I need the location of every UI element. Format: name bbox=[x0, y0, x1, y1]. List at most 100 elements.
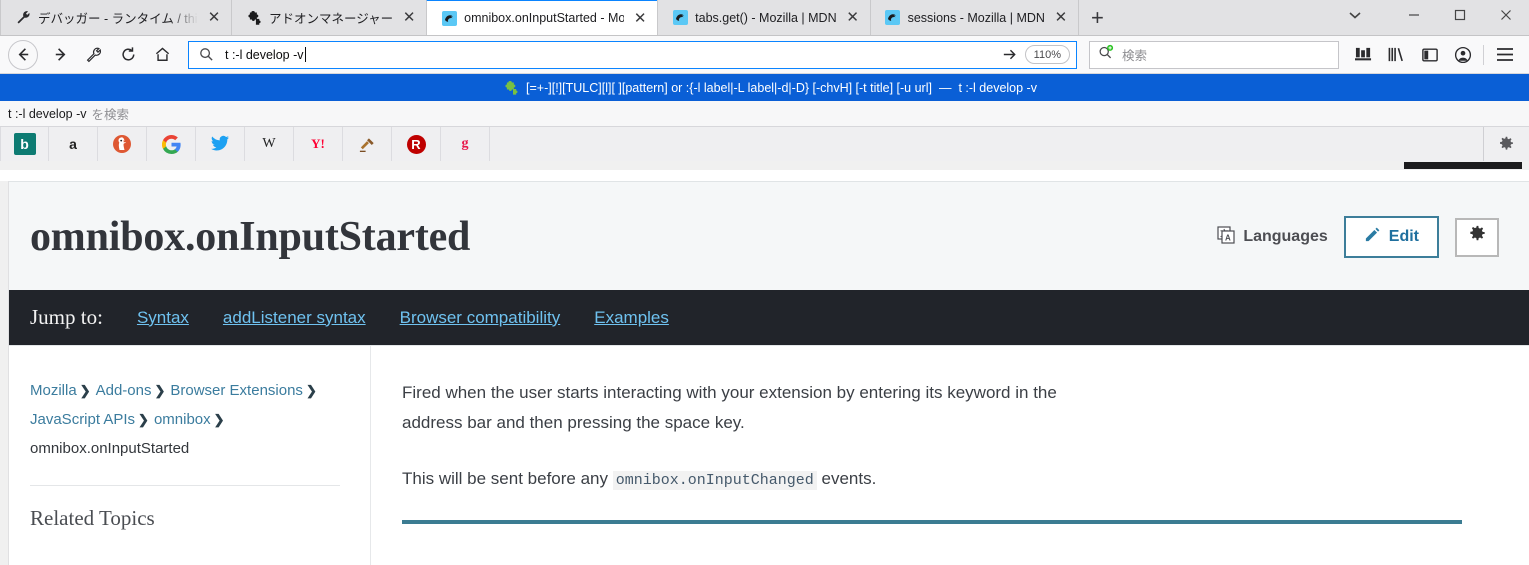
article-content: Fired when the user starts interacting w… bbox=[371, 346, 1529, 565]
search-input-placeholder[interactable]: 検索 bbox=[1114, 45, 1147, 64]
chevron-right-icon: ❯ bbox=[213, 412, 225, 427]
browser-tab-0[interactable]: デバッガー - ランタイム / this-firefox ✕ bbox=[0, 0, 232, 35]
bookmark-item-wikipedia[interactable]: W bbox=[245, 127, 294, 161]
tab-title: デバッガー - ランタイム / this-firefox bbox=[38, 12, 198, 26]
breadcrumb-link-add-ons[interactable]: Add-ons bbox=[96, 382, 152, 399]
close-icon[interactable] bbox=[1483, 0, 1529, 31]
page-viewport: omnibox.onInputStarted 文A Languages Edit bbox=[0, 181, 1529, 565]
address-bar[interactable]: t :-l develop -v 110% bbox=[188, 40, 1077, 69]
bookmark-item-duckduckgo[interactable] bbox=[98, 127, 147, 161]
text-caret bbox=[304, 47, 306, 62]
new-tab-button[interactable]: + bbox=[1077, 0, 1116, 35]
page-header-actions: 文A Languages Edit bbox=[1217, 216, 1499, 258]
amazon-icon: a bbox=[69, 136, 77, 152]
home-icon[interactable] bbox=[146, 40, 178, 70]
omnibox-suggestion-typed-text: t :-l develop -v bbox=[958, 80, 1037, 95]
breadcrumb-link-javascript-apis[interactable]: JavaScript APIs bbox=[30, 411, 135, 428]
google-icon bbox=[160, 133, 182, 155]
browser-tab-bar: デバッガー - ランタイム / this-firefox ✕ アドオンマネージャ… bbox=[0, 0, 1529, 36]
puzzle-icon bbox=[246, 10, 262, 26]
jump-link-examples[interactable]: Examples bbox=[594, 308, 669, 328]
tab-close-icon[interactable]: ✕ bbox=[1052, 9, 1070, 27]
chevron-right-icon: ❯ bbox=[154, 383, 166, 398]
tab-close-icon[interactable]: ✕ bbox=[205, 9, 223, 27]
back-arrow-icon[interactable] bbox=[8, 39, 38, 70]
navigation-toolbar: t :-l develop -v 110% 検索 bbox=[0, 36, 1529, 74]
bookmark-item-bing[interactable]: b bbox=[0, 127, 49, 161]
page-body: Mozilla ❯ Add-ons ❯ Browser Extensions ❯ Java… bbox=[0, 345, 1529, 565]
clipped-table-row bbox=[402, 530, 1491, 538]
tab-title: アドオンマネージャー bbox=[269, 12, 394, 26]
search-bar[interactable]: 検索 bbox=[1089, 40, 1339, 69]
chevron-right-icon: ❯ bbox=[79, 383, 91, 398]
account-icon[interactable] bbox=[1446, 40, 1479, 70]
edit-button[interactable]: Edit bbox=[1343, 216, 1439, 258]
chevron-down-icon[interactable] bbox=[1319, 0, 1391, 31]
bookmark-item-twitter[interactable] bbox=[196, 127, 245, 161]
page-settings-button[interactable] bbox=[1455, 217, 1499, 257]
jump-link-browser-compatibility[interactable]: Browser compatibility bbox=[400, 308, 561, 328]
menu-icon[interactable] bbox=[1488, 40, 1521, 70]
tab-title: tabs.get() - Mozilla | MDN bbox=[695, 10, 837, 25]
browser-tab-2-active[interactable]: omnibox.onInputStarted - Moz ✕ bbox=[426, 0, 659, 35]
bookmarks-toolbar: b a W Y! R g bbox=[0, 127, 1529, 170]
omnibox-suggestion-description: [=+-][!][TULC][l][ ][pattern] or :{-l la… bbox=[526, 80, 932, 95]
paragraph-2-lead: This will be sent before any bbox=[402, 468, 613, 488]
jump-to-navigation: Jump to: Syntax addListener syntax Brows… bbox=[0, 290, 1529, 345]
gear-icon[interactable] bbox=[1483, 127, 1529, 161]
browser-tab-3[interactable]: tabs.get() - Mozilla | MDN ✕ bbox=[657, 0, 871, 35]
jump-link-syntax[interactable]: Syntax bbox=[137, 308, 189, 328]
omnibox-search-query: t :-l develop -v bbox=[8, 106, 87, 121]
duckduckgo-icon bbox=[111, 133, 133, 155]
bookmark-item-goo[interactable]: g bbox=[441, 127, 490, 161]
scrollbar-thumb[interactable] bbox=[1404, 162, 1522, 169]
omnibox-search-suggestion-row[interactable]: t :-l develop -v を検索 bbox=[0, 101, 1529, 127]
bookmark-item-rakuten[interactable]: R bbox=[392, 127, 441, 161]
breadcrumb-link-browser-extensions[interactable]: Browser Extensions bbox=[170, 382, 303, 399]
page-header: omnibox.onInputStarted 文A Languages Edit bbox=[0, 181, 1529, 290]
sidebar-icon[interactable] bbox=[1413, 40, 1446, 70]
inline-code-onInputChanged: omnibox.onInputChanged bbox=[612, 470, 817, 490]
gavel-icon bbox=[356, 133, 378, 155]
bookmark-item-google[interactable] bbox=[147, 127, 196, 161]
browser-tab-1[interactable]: アドオンマネージャー ✕ bbox=[231, 0, 428, 35]
firefox-icon bbox=[885, 10, 901, 26]
languages-label: Languages bbox=[1243, 228, 1328, 245]
reload-icon[interactable] bbox=[112, 40, 144, 70]
sidebar-divider bbox=[30, 485, 340, 486]
jump-link-addlistener-syntax[interactable]: addListener syntax bbox=[223, 308, 366, 328]
zoom-level-indicator[interactable]: 110% bbox=[1024, 45, 1070, 64]
firefox-icon bbox=[441, 10, 457, 26]
bookshelf-icon[interactable] bbox=[1380, 40, 1413, 70]
bookmark-item-yahoo-japan[interactable]: Y! bbox=[294, 127, 343, 161]
breadcrumb-link-mozilla[interactable]: Mozilla bbox=[30, 382, 77, 399]
article-paragraph-2: This will be sent before any omnibox.onI… bbox=[402, 464, 1092, 494]
omnibox-extension-suggestion-row[interactable]: [=+-][!][TULC][l][ ][pattern] or :{-l la… bbox=[0, 74, 1529, 101]
minimize-icon[interactable] bbox=[1391, 0, 1437, 31]
page-left-edge-strip bbox=[0, 181, 9, 565]
languages-button[interactable]: 文A Languages bbox=[1217, 225, 1328, 249]
wrench-icon[interactable] bbox=[78, 40, 110, 70]
breadcrumb-link-omnibox[interactable]: omnibox bbox=[154, 411, 211, 428]
bookmark-item-amazon[interactable]: a bbox=[49, 127, 98, 161]
tab-close-icon[interactable]: ✕ bbox=[400, 9, 418, 27]
tab-title: sessions - Mozilla | MDN bbox=[907, 10, 1045, 25]
edit-label: Edit bbox=[1388, 228, 1419, 245]
tab-close-icon[interactable]: ✕ bbox=[631, 9, 649, 27]
go-arrow-icon[interactable] bbox=[995, 42, 1025, 68]
forward-arrow-icon[interactable] bbox=[44, 40, 76, 70]
breadcrumb-current: omnibox.onInputStarted bbox=[30, 440, 190, 457]
bookmark-item-auction[interactable] bbox=[343, 127, 392, 161]
maximize-icon[interactable] bbox=[1437, 0, 1483, 31]
firefox-icon bbox=[672, 10, 688, 26]
chevron-right-icon: ❯ bbox=[305, 383, 317, 398]
tab-close-icon[interactable]: ✕ bbox=[844, 9, 862, 27]
toolbar-divider bbox=[1483, 44, 1484, 65]
bookmarks-horizontal-scrollbar[interactable] bbox=[0, 161, 1529, 170]
browser-tab-4[interactable]: sessions - Mozilla | MDN ✕ bbox=[869, 0, 1079, 35]
chevron-right-icon: ❯ bbox=[138, 412, 149, 427]
address-bar-input[interactable]: t :-l develop -v bbox=[217, 47, 995, 62]
related-topics-heading: Related Topics bbox=[30, 506, 155, 530]
translate-icon: 文A bbox=[1217, 225, 1235, 249]
library-icon[interactable] bbox=[1347, 40, 1380, 70]
